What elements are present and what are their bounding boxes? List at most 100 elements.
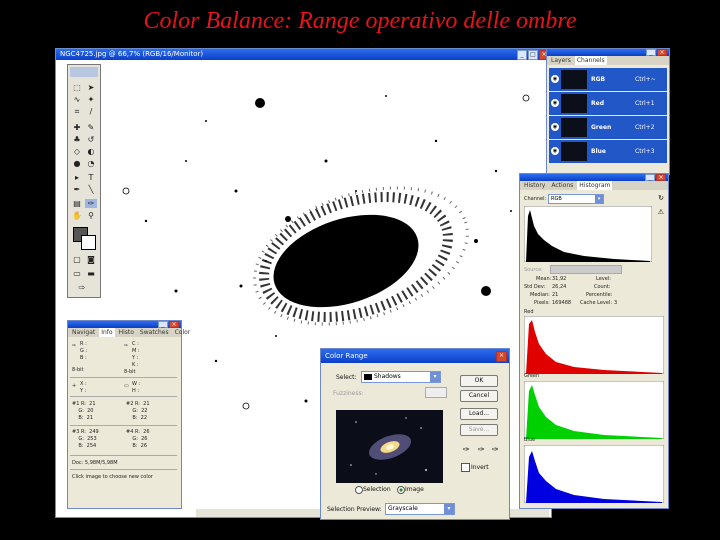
tab-navigator[interactable]: Navigat xyxy=(70,328,97,337)
selection-preview-value: Grayscale xyxy=(388,505,418,512)
full-screen-icon[interactable]: ▬ xyxy=(85,269,97,278)
sample-r: 21 xyxy=(89,401,96,407)
tab-color[interactable]: Color xyxy=(173,328,193,337)
tab-channels[interactable]: Channels xyxy=(574,56,607,65)
sample-g: 20 xyxy=(87,408,94,414)
maximize-icon[interactable]: □ xyxy=(528,50,538,60)
median-label: Median: xyxy=(530,292,550,298)
channel-thumbnail xyxy=(561,118,587,137)
standard-mode-icon[interactable]: ▢ xyxy=(71,255,83,264)
quick-mask-icon[interactable]: ◙ xyxy=(85,255,97,264)
green-channel-label: Green xyxy=(524,373,540,379)
histogram-panel-titlebar[interactable]: _ × xyxy=(520,174,668,181)
info-panel: _ × Navigat Info Histo Swatches Color ✑ R… xyxy=(67,320,190,509)
chevron-down-icon: ▾ xyxy=(595,195,603,203)
load-button[interactable]: Load... xyxy=(460,408,498,420)
close-icon[interactable]: × xyxy=(657,49,667,56)
sample-b: 254 xyxy=(86,443,97,449)
eye-icon[interactable]: ◉ xyxy=(551,123,559,131)
channel-row-blue[interactable]: ◉ Blue Ctrl+3 xyxy=(549,140,667,163)
tab-history[interactable]: History xyxy=(522,181,547,190)
tab-swatches[interactable]: Swatches xyxy=(138,328,171,337)
h-label: H : xyxy=(132,388,140,394)
tab-actions[interactable]: Actions xyxy=(549,181,575,190)
selection-radio[interactable] xyxy=(355,486,363,494)
source-select[interactable] xyxy=(550,265,622,274)
move-tool[interactable]: ➤ xyxy=(85,83,97,92)
document-titlebar[interactable]: NGC4725.jpg @ 66,7% (RGB/16/Monitor) _ □… xyxy=(56,49,551,60)
eyedropper-minus-icon[interactable]: ✑ xyxy=(492,445,499,454)
info-panel-titlebar[interactable]: _ × xyxy=(68,321,181,328)
channel-row-red[interactable]: ◉ Red Ctrl+1 xyxy=(549,92,667,115)
color-range-titlebar[interactable]: Color Range × xyxy=(321,349,509,363)
sampler-id: #3 xyxy=(72,429,80,435)
minimize-icon[interactable]: _ xyxy=(646,49,656,56)
chevron-down-icon: ▾ xyxy=(430,372,440,382)
dodge-tool[interactable]: ◔ xyxy=(85,159,97,168)
close-icon[interactable]: × xyxy=(656,174,666,181)
history-brush-tool[interactable]: ↺ xyxy=(85,135,97,144)
color-range-preview[interactable] xyxy=(336,410,443,483)
eye-icon[interactable]: ◉ xyxy=(551,147,559,155)
ok-button[interactable]: OK xyxy=(460,375,498,387)
sample-g: 26 xyxy=(141,436,148,442)
channel-select[interactable]: RGB ▾ xyxy=(548,194,604,204)
pixels-value: 169488 xyxy=(552,300,572,306)
hand-tool[interactable]: ✋ xyxy=(71,211,83,220)
minimize-icon[interactable]: _ xyxy=(645,174,655,181)
image-radio[interactable] xyxy=(397,486,405,494)
eraser-tool[interactable]: ◇ xyxy=(71,147,83,156)
eye-icon[interactable]: ◉ xyxy=(551,99,559,107)
screen-mode-icon[interactable]: ▭ xyxy=(71,269,83,278)
eyedropper-plus-icon[interactable]: ✑ xyxy=(478,445,485,454)
select-dropdown[interactable]: Shadows ▾ xyxy=(361,371,441,383)
bit-depth-left: 8-bit xyxy=(72,367,84,373)
blur-tool[interactable]: ● xyxy=(71,159,83,168)
healing-brush-tool[interactable]: ✚ xyxy=(71,123,83,132)
refresh-icon[interactable]: ↻ xyxy=(658,194,664,202)
marquee-tool[interactable]: ⬚ xyxy=(71,83,83,92)
eyedropper-icon[interactable]: ✑ xyxy=(85,199,97,208)
eye-icon[interactable]: ◉ xyxy=(551,75,559,83)
save-button[interactable]: Save... xyxy=(460,424,498,436)
blue-histogram xyxy=(524,445,664,503)
path-selection-tool[interactable]: ▸ xyxy=(71,173,83,182)
zoom-tool[interactable]: ⚲ xyxy=(85,211,97,220)
selection-preview-dropdown[interactable]: Grayscale ▾ xyxy=(385,503,455,515)
cancel-button[interactable]: Cancel xyxy=(460,390,498,402)
pen-tool[interactable]: ✒ xyxy=(71,185,83,194)
type-tool[interactable]: T xyxy=(85,173,97,182)
gradient-tool[interactable]: ◐ xyxy=(85,147,97,156)
brush-tool[interactable]: ✎ xyxy=(85,123,97,132)
slice-tool[interactable]: / xyxy=(85,107,97,116)
invert-checkbox[interactable] xyxy=(461,463,470,472)
channels-panel-titlebar[interactable]: _ × xyxy=(547,49,669,56)
sample-g: 22 xyxy=(141,408,148,414)
lasso-tool[interactable]: ∿ xyxy=(71,95,83,104)
line-tool[interactable]: ╲ xyxy=(85,185,97,194)
jump-to-imageready-icon[interactable]: ⇨ xyxy=(76,283,88,292)
minimize-icon[interactable]: _ xyxy=(517,50,527,60)
channel-row-green[interactable]: ◉ Green Ctrl+2 xyxy=(549,116,667,139)
green-histogram xyxy=(524,381,664,439)
channel-shortcut: Ctrl+3 xyxy=(635,148,655,155)
close-icon[interactable]: × xyxy=(496,351,507,362)
eyedropper-cmyk-icon: ✑ xyxy=(124,343,129,349)
magic-wand-tool[interactable]: ✦ xyxy=(85,95,97,104)
background-color-swatch[interactable] xyxy=(81,235,96,250)
eyedropper-icon[interactable]: ✑ xyxy=(463,445,470,454)
tab-info[interactable]: Info xyxy=(99,328,115,337)
tab-histo[interactable]: Histo xyxy=(117,328,136,337)
close-icon[interactable]: × xyxy=(169,321,179,328)
clone-stamp-tool[interactable]: ♣ xyxy=(71,135,83,144)
channel-row-rgb[interactable]: ◉ RGB Ctrl+~ xyxy=(549,68,667,91)
fuzziness-input[interactable] xyxy=(425,387,447,398)
cmyk-k-label: K : xyxy=(132,362,139,368)
marquee-size-icon: ▭ xyxy=(124,383,129,389)
notes-tool[interactable]: ▤ xyxy=(71,199,83,208)
tab-layers[interactable]: Layers xyxy=(549,56,573,65)
crop-tool[interactable]: ⌗ xyxy=(71,107,83,116)
toolbox-header[interactable] xyxy=(70,67,98,77)
tab-histogram[interactable]: Histogram xyxy=(577,181,613,190)
minimize-icon[interactable]: _ xyxy=(158,321,168,328)
